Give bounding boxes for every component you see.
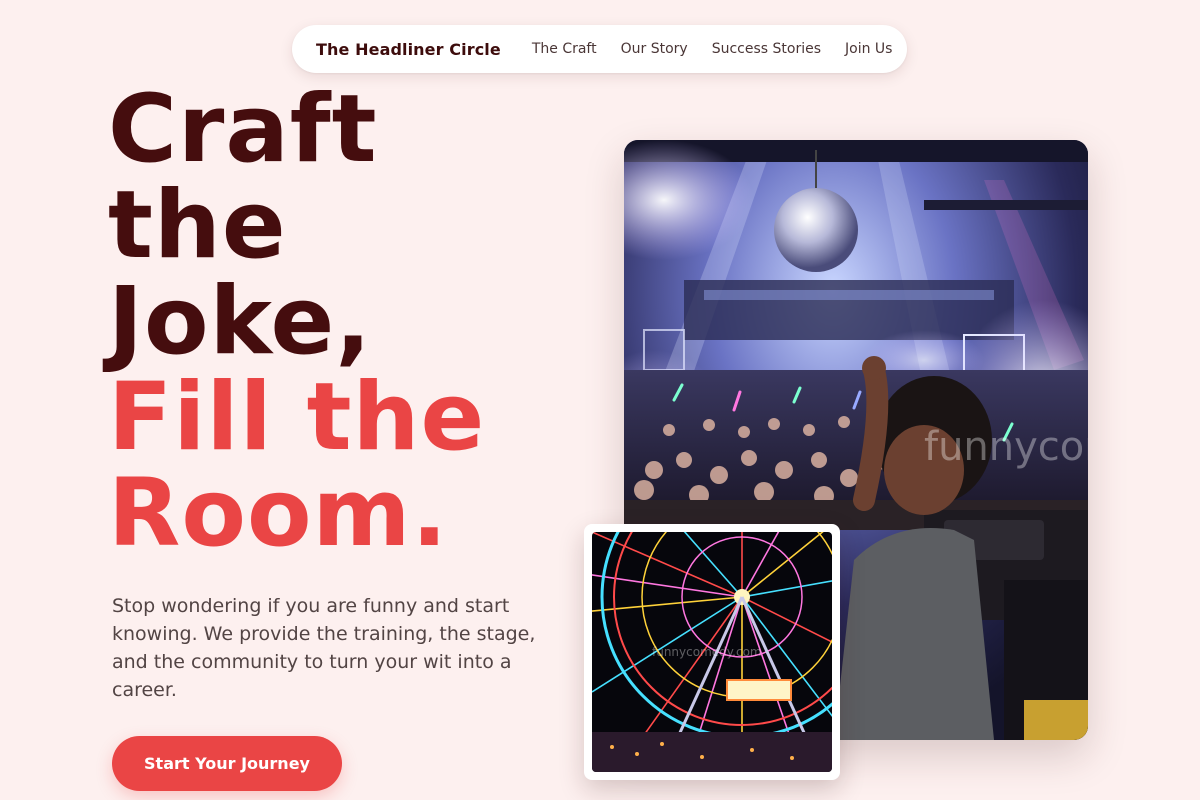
nav-link-the-craft[interactable]: The Craft [532,41,597,57]
top-nav: The Headliner Circle The Craft Our Story… [292,25,907,73]
ferris-wheel-frame: funnycomedy.com [584,524,840,780]
headline-line: the [108,171,287,280]
hero-headline: Craft the Joke, Fill the Room. [108,82,588,562]
nav-links: The Craft Our Story Success Stories Join… [532,41,893,57]
hero-subtext: Stop wondering if you are funny and star… [112,595,536,701]
main-watermark: funnycomedy.com [924,424,1088,470]
brand-logo[interactable]: The Headliner Circle [316,40,501,59]
small-watermark: funnycomedy.com [652,645,762,659]
nav-link-success-stories[interactable]: Success Stories [712,41,821,57]
headline-line: Craft [108,75,378,184]
nav-link-our-story[interactable]: Our Story [621,41,688,57]
headline-accent-line: Room. [108,459,449,568]
ferris-wheel-photo: funnycomedy.com [592,532,832,772]
start-journey-button[interactable]: Start Your Journey [112,736,342,791]
headline-line: Joke, [108,267,373,376]
headline-accent-line: Fill the [108,363,486,472]
landing-page: The Headliner Circle The Craft Our Story… [0,0,1200,800]
nav-link-join-us[interactable]: Join Us [845,41,892,57]
